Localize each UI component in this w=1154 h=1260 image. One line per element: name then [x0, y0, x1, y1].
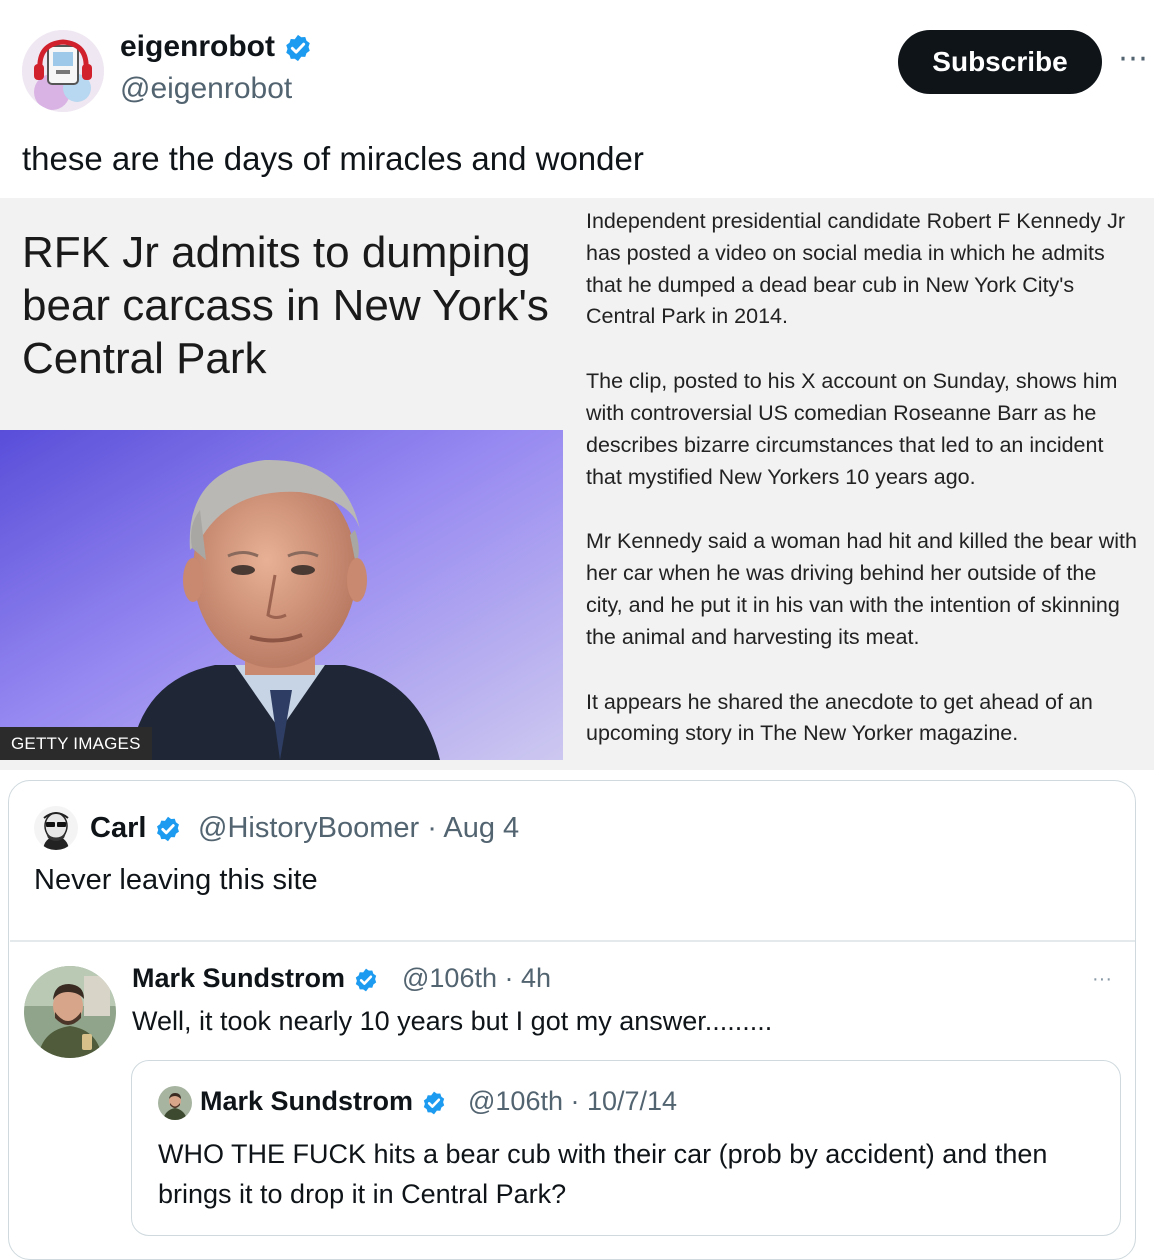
- reply-text: Well, it took nearly 10 years but I got …: [132, 1006, 773, 1036]
- reply-author-name[interactable]: Mark Sundstrom: [132, 963, 379, 994]
- more-options-icon[interactable]: ⋯: [1118, 44, 1148, 74]
- verified-badge-icon: [154, 815, 182, 843]
- article-paragraph: The clip, posted to his X account on Sun…: [586, 369, 1118, 489]
- verified-badge-icon: [421, 1090, 447, 1116]
- reply-author-avatar[interactable]: [24, 966, 116, 1058]
- article-paragraph: Mr Kennedy said a woman had hit and kill…: [586, 529, 1137, 649]
- inner-quote-author-name[interactable]: Mark Sundstrom: [200, 1086, 447, 1117]
- quoted-author-avatar[interactable]: [34, 806, 78, 850]
- inner-quote-meta[interactable]: @106th · 10/7/14: [468, 1086, 677, 1117]
- subscribe-button[interactable]: Subscribe: [898, 30, 1102, 94]
- quoted-author-name-text: Carl: [90, 812, 147, 844]
- inner-quote-text: WHO THE FUCK hits a bear cub with their …: [158, 1139, 1048, 1209]
- author-handle[interactable]: @eigenrobot: [120, 72, 292, 106]
- author-avatar[interactable]: [22, 30, 104, 112]
- article-paragraph: Independent presidential candidate Rober…: [586, 209, 1126, 329]
- quoted-author-name[interactable]: Carl: [90, 812, 182, 845]
- verified-badge-icon: [353, 967, 379, 993]
- author-name-text: eigenrobot: [120, 30, 275, 63]
- reply-more-options-icon[interactable]: ···: [1092, 968, 1112, 991]
- quoted-author-meta[interactable]: @HistoryBoomer · Aug 4: [198, 812, 519, 845]
- divider: [10, 940, 1135, 942]
- inner-quote-author-name-text: Mark Sundstrom: [200, 1086, 414, 1116]
- article-body: Independent presidential candidate Rober…: [586, 206, 1138, 783]
- tweet-text: these are the days of miracles and wonde…: [22, 140, 644, 177]
- reply-author-name-text: Mark Sundstrom: [132, 963, 346, 993]
- article-photo: [0, 430, 563, 760]
- inner-quote-avatar[interactable]: [158, 1086, 192, 1120]
- verified-badge-icon: [283, 33, 313, 63]
- reply-author-meta[interactable]: @106th · 4h: [402, 963, 551, 994]
- quoted-tweet-text: Never leaving this site: [34, 864, 318, 896]
- article-paragraph: It appears he shared the anecdote to get…: [586, 689, 1093, 746]
- article-headline: RFK Jr admits to dumping bear carcass in…: [22, 228, 549, 383]
- photo-credit: GETTY IMAGES: [0, 727, 152, 760]
- author-display-name[interactable]: eigenrobot: [120, 30, 313, 64]
